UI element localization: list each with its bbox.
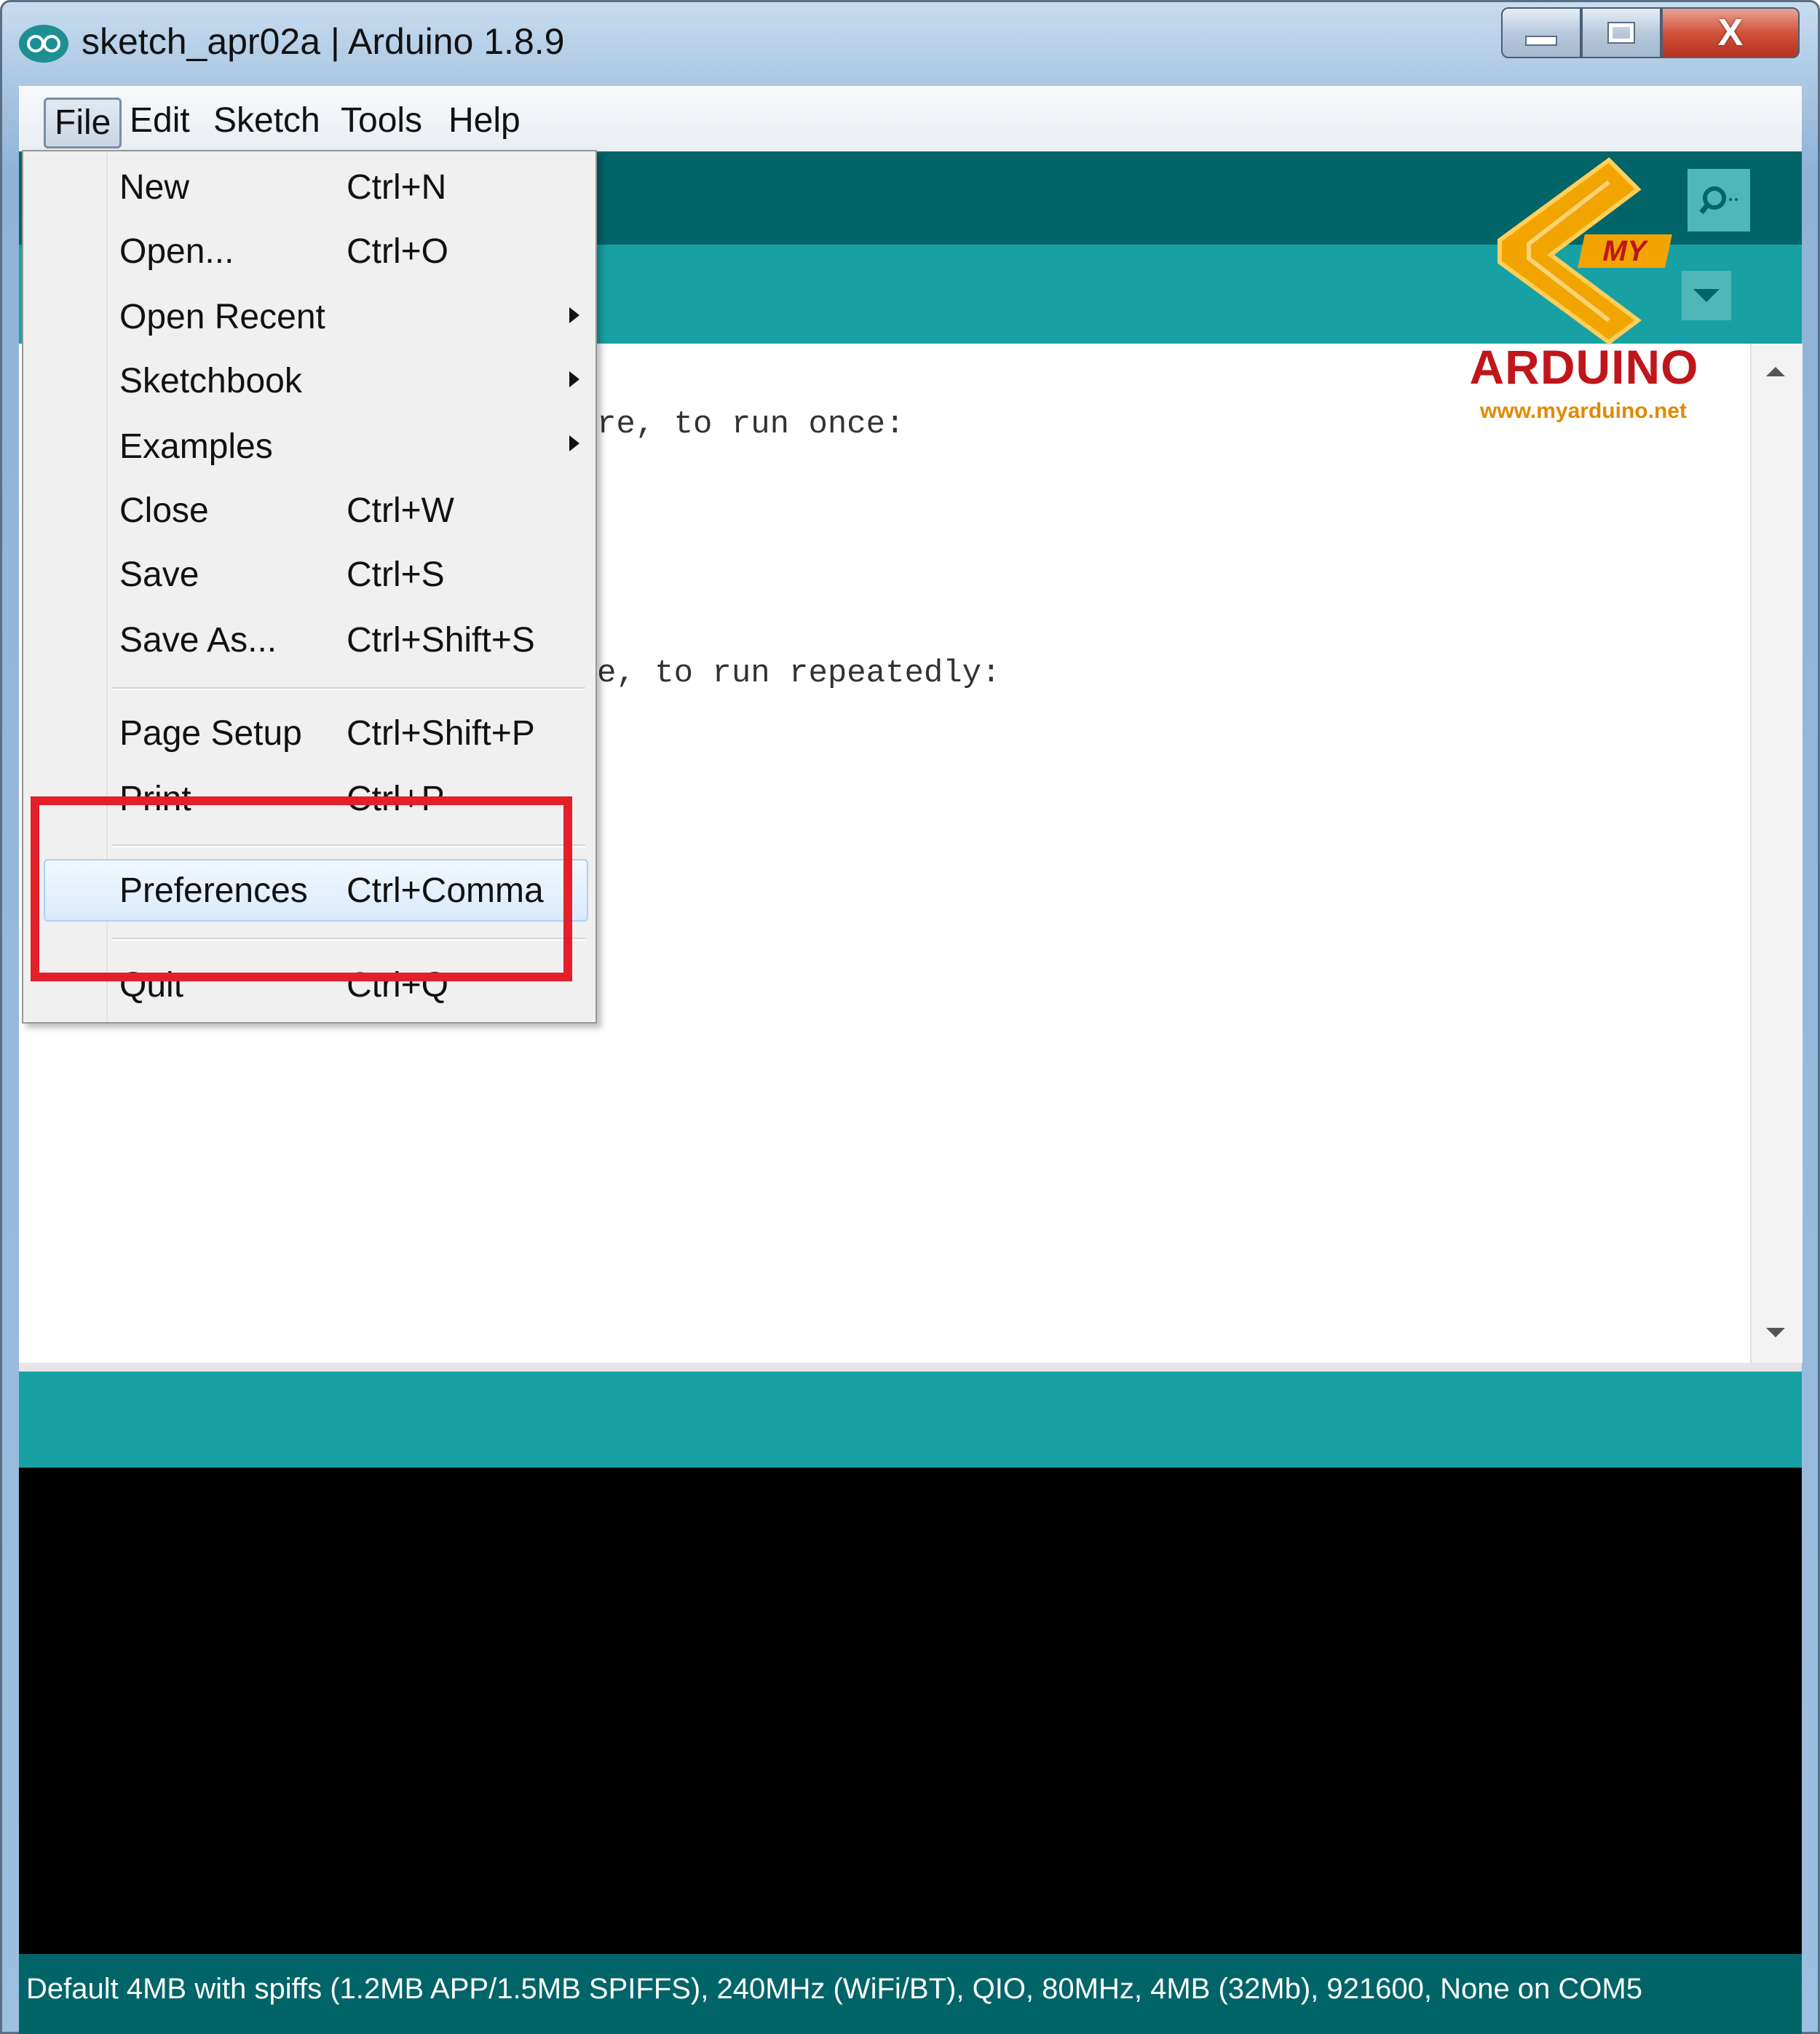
logo-brand-text: ARDUINO: [1469, 340, 1699, 394]
minimize-icon: [1525, 36, 1557, 46]
menu-item-sketchbook[interactable]: Sketchbook: [119, 361, 302, 401]
submenu-arrow-icon: [569, 307, 579, 323]
logo-url-text: www.myarduino.net: [1480, 399, 1687, 423]
menu-sketch[interactable]: Sketch: [205, 98, 329, 144]
arrow-down-icon: [1766, 1327, 1785, 1337]
menu-item-new[interactable]: New: [119, 167, 189, 207]
menu-item-save-as-shortcut: Ctrl+Shift+S: [347, 621, 535, 660]
minimize-button[interactable]: [1501, 7, 1581, 58]
menu-item-page-setup[interactable]: Page Setup: [119, 713, 302, 753]
menu-item-close[interactable]: Close: [119, 491, 209, 531]
maximize-button[interactable]: [1581, 7, 1661, 58]
arduino-infinity-icon: [19, 25, 68, 63]
menu-bar: File Edit Sketch Tools Help: [19, 86, 1802, 153]
title-bar[interactable]: sketch_apr02a | Arduino 1.8.9 X: [0, 0, 1820, 86]
menu-item-open-recent[interactable]: Open Recent: [119, 297, 325, 337]
annotation-highlight-box: [31, 796, 572, 981]
close-button[interactable]: X: [1661, 7, 1800, 58]
menu-help[interactable]: Help: [440, 98, 529, 144]
logo-my-text: MY: [1578, 234, 1672, 268]
code-comment-setup[interactable]: re, to run once:: [597, 406, 904, 443]
scroll-up-button[interactable]: [1750, 349, 1801, 393]
status-bar: Default 4MB with spiffs (1.2MB APP/1.5MB…: [19, 1954, 1802, 2034]
menu-item-examples[interactable]: Examples: [119, 427, 273, 467]
serial-monitor-icon: [1699, 186, 1738, 215]
scroll-down-button[interactable]: [1750, 1310, 1801, 1354]
menu-item-save-as[interactable]: Save As...: [119, 620, 277, 660]
maximize-icon: [1607, 22, 1635, 44]
editor-console-divider[interactable]: [19, 1363, 1802, 1372]
menu-item-page-setup-shortcut: Ctrl+Shift+P: [347, 714, 535, 753]
menu-file[interactable]: File: [44, 98, 122, 149]
vertical-scrollbar[interactable]: [1750, 344, 1803, 1363]
code-comment-loop[interactable]: e, to run repeatedly:: [597, 655, 1001, 692]
message-bar: [19, 1372, 1802, 1468]
menu-item-open-shortcut: Ctrl+O: [347, 232, 449, 271]
menu-edit[interactable]: Edit: [121, 98, 199, 144]
menu-item-save[interactable]: Save: [119, 555, 199, 595]
menu-item-new-shortcut: Ctrl+N: [347, 168, 447, 207]
close-icon: X: [1717, 12, 1744, 54]
menu-separator: [112, 687, 585, 690]
submenu-arrow-icon: [569, 371, 579, 387]
menu-item-save-shortcut: Ctrl+S: [347, 555, 445, 594]
arrow-up-icon: [1766, 366, 1785, 376]
menu-item-open[interactable]: Open...: [119, 232, 234, 272]
menu-tools[interactable]: Tools: [332, 98, 431, 144]
console-output[interactable]: [19, 1468, 1802, 1954]
menu-item-close-shortcut: Ctrl+W: [347, 491, 454, 530]
submenu-arrow-icon: [569, 435, 579, 451]
window-title: sketch_apr02a | Arduino 1.8.9: [82, 21, 565, 62]
